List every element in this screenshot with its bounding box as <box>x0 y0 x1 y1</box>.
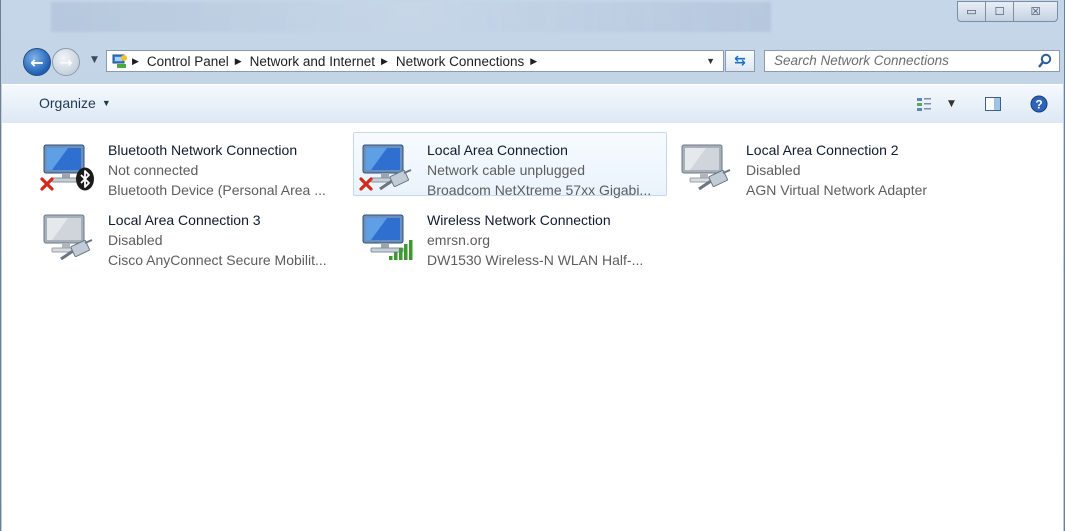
help-icon[interactable]: ? <box>1030 95 1048 113</box>
title-bar-blurred-background <box>51 2 771 32</box>
breadcrumb-network-connections[interactable]: Network Connections ▶ <box>396 54 545 69</box>
window-controls: ▭ ☐ ☒ <box>957 1 1058 22</box>
connection-details: Local Area Connection 3 Disabled Cisco A… <box>108 210 327 270</box>
breadcrumb-label: Control Panel <box>146 53 229 69</box>
control-panel-icon <box>112 54 127 68</box>
back-arrow-icon: ← <box>30 52 44 72</box>
connection-name: Local Area Connection 3 <box>108 212 261 228</box>
view-options-dropdown[interactable]: ▼ <box>948 99 955 109</box>
search-input[interactable]: Search Network Connections <box>764 50 1060 72</box>
error-x-icon <box>40 177 54 191</box>
close-icon: ☒ <box>1030 5 1041 18</box>
maximize-icon: ☐ <box>994 5 1005 18</box>
connection-details: Local Area Connection 2 Disabled AGN Vir… <box>746 140 927 200</box>
connection-item-bluetooth[interactable]: Bluetooth Network Connection Not connect… <box>34 132 339 198</box>
navigation-bar: ← → ▼ ▶ Control Panel ▶ Network and Inter… <box>1 42 1064 78</box>
connection-status: Network cable unplugged <box>427 162 585 178</box>
recent-pages-dropdown[interactable]: ▼ <box>91 55 98 65</box>
search-icon[interactable] <box>1037 53 1053 69</box>
connection-details: Wireless Network Connection emrsn.org DW… <box>427 210 643 270</box>
close-button[interactable]: ☒ <box>1013 1 1058 22</box>
breadcrumb-separator-root[interactable]: ▶ <box>132 56 147 67</box>
ethernet-cable-icon <box>698 169 731 191</box>
connections-list: Bluetooth Network Connection Not connect… <box>2 123 1063 531</box>
connection-status: Disabled <box>108 232 163 248</box>
connection-device: Bluetooth Device (Personal Area ... <box>108 182 326 198</box>
chevron-down-icon: ▼ <box>101 98 111 108</box>
breadcrumb-network-and-internet[interactable]: Network and Internet ▶ <box>250 54 396 69</box>
minimize-button[interactable]: ▭ <box>957 1 986 22</box>
ethernet-cable-icon <box>379 169 412 191</box>
connection-device: Cisco AnyConnect Secure Mobilit... <box>108 252 327 268</box>
address-history-dropdown[interactable]: ▼ <box>706 56 715 66</box>
connection-device: Broadcom NetXtreme 57xx Gigabi... <box>427 182 652 198</box>
error-x-icon <box>359 177 373 191</box>
explorer-window: ▭ ☐ ☒ ← → ▼ ▶ Control Panel ▶ Network and… <box>0 0 1065 531</box>
minimize-icon: ▭ <box>966 5 977 18</box>
signal-bars-icon <box>389 240 413 260</box>
breadcrumb-arrow-icon[interactable]: ▶ <box>530 56 537 67</box>
preview-pane-icon[interactable] <box>984 95 1002 113</box>
connection-status: Not connected <box>108 162 199 178</box>
connection-name: Bluetooth Network Connection <box>108 142 298 158</box>
command-bar: Organize ▼ ▼ ? <box>2 84 1063 124</box>
title-bar[interactable]: ▭ ☐ ☒ <box>1 0 1064 40</box>
connection-item-local-area[interactable]: Local Area Connection Network cable unpl… <box>353 132 667 198</box>
connection-name: Local Area Connection <box>427 142 568 158</box>
address-bar[interactable]: ▶ Control Panel ▶ Network and Internet ▶ N… <box>106 50 724 72</box>
svg-text:?: ? <box>1035 98 1042 112</box>
connection-status: emrsn.org <box>427 232 491 248</box>
ethernet-cable-icon <box>60 239 93 261</box>
organize-label: Organize <box>39 95 96 111</box>
connection-status: Disabled <box>746 162 801 178</box>
breadcrumb-label: Network Connections <box>395 53 525 69</box>
forward-arrow-icon: → <box>59 52 73 72</box>
change-view-icon[interactable] <box>915 95 933 113</box>
connection-name: Wireless Network Connection <box>427 212 611 228</box>
connection-item-local-area-3[interactable]: Local Area Connection 3 Disabled Cisco A… <box>34 202 339 268</box>
breadcrumb-label: Network and Internet <box>249 53 375 69</box>
search-placeholder: Search Network Connections <box>774 53 949 68</box>
connection-device: DW1530 Wireless-N WLAN Half-... <box>427 252 644 268</box>
connection-details: Bluetooth Network Connection Not connect… <box>108 140 326 200</box>
organize-menu-button[interactable]: Organize ▼ <box>39 95 111 111</box>
connection-name: Local Area Connection 2 <box>746 142 899 158</box>
connection-item-local-area-2[interactable]: Local Area Connection 2 Disabled AGN Vir… <box>672 132 972 198</box>
refresh-button[interactable]: ⇆ <box>725 50 755 72</box>
breadcrumb-arrow-icon[interactable]: ▶ <box>235 56 242 67</box>
breadcrumb-arrow-icon[interactable]: ▶ <box>381 56 388 67</box>
forward-button[interactable]: → <box>52 48 80 76</box>
refresh-icon: ⇆ <box>734 53 746 69</box>
connection-device: AGN Virtual Network Adapter <box>746 182 928 198</box>
connection-details: Local Area Connection Network cable unpl… <box>427 140 651 200</box>
back-button[interactable]: ← <box>23 48 51 76</box>
maximize-button[interactable]: ☐ <box>985 1 1014 22</box>
breadcrumb-control-panel[interactable]: Control Panel ▶ <box>147 54 250 69</box>
bluetooth-icon <box>76 167 94 191</box>
connection-item-wireless[interactable]: Wireless Network Connection emrsn.org DW… <box>353 202 667 268</box>
